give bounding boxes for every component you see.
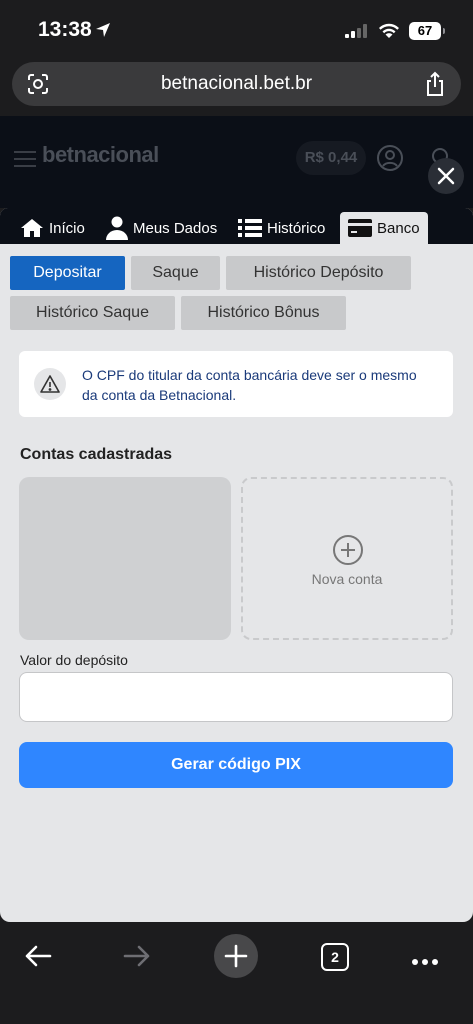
generate-pix-button[interactable]: Gerar código PIX <box>19 742 453 788</box>
user-profile-icon <box>376 144 404 177</box>
tab-meus-dados[interactable]: Meus Dados <box>106 212 217 244</box>
balance-badge: R$ 0,44 <box>296 141 366 175</box>
share-icon[interactable] <box>425 71 445 102</box>
tab-banco[interactable]: Banco <box>340 212 428 244</box>
wifi-icon <box>378 22 400 44</box>
registered-account-card[interactable] <box>19 477 231 640</box>
subtab-historico-deposito[interactable]: Histórico Depósito <box>226 256 411 290</box>
new-account-label: Nova conta <box>311 571 383 587</box>
site-header: betnacional R$ 0,44 <box>0 116 473 208</box>
deposit-amount-label: Valor do depósito <box>20 652 128 668</box>
status-bar: 13:38 67 <box>0 0 473 60</box>
tab-inicio[interactable]: Início <box>20 212 85 244</box>
address-bar[interactable]: betnacional.bet.br <box>12 62 461 106</box>
deposit-amount-input[interactable] <box>19 672 453 722</box>
more-icon[interactable] <box>411 953 439 971</box>
warning-icon <box>34 368 66 400</box>
tab-label: Banco <box>377 219 420 237</box>
back-arrow-icon[interactable] <box>24 944 52 973</box>
subtab-historico-saque[interactable]: Histórico Saque <box>10 296 175 330</box>
tab-count-button[interactable]: 2 <box>321 943 349 971</box>
accounts-title: Contas cadastradas <box>20 446 173 463</box>
add-circle-icon <box>333 535 363 565</box>
person-icon <box>106 216 128 240</box>
card-icon <box>348 219 372 237</box>
top-tabs: Início Meus Dados Histórico Banco <box>0 208 473 244</box>
site-logo: betnacional <box>42 142 159 167</box>
browser-toolbar: 2 <box>0 930 473 1024</box>
url-text: betnacional.bet.br <box>160 73 313 94</box>
list-icon <box>238 218 262 238</box>
battery-indicator: 67 <box>409 22 445 40</box>
cellular-signal-icon <box>345 24 369 43</box>
close-modal-button[interactable] <box>428 158 464 194</box>
subtab-saque[interactable]: Saque <box>131 256 220 290</box>
tab-label: Meus Dados <box>133 219 218 237</box>
close-icon <box>437 167 455 185</box>
subtab-historico-bonus[interactable]: Histórico Bônus <box>181 296 346 330</box>
forward-arrow-icon[interactable] <box>123 944 151 973</box>
home-icon <box>20 218 44 238</box>
bank-modal: Início Meus Dados Histórico Banco Deposi… <box>0 208 473 922</box>
notice-line-1: O CPF do titular da conta bancária deve … <box>82 367 417 383</box>
plus-icon <box>224 944 248 968</box>
tab-label: Início <box>49 219 85 237</box>
subtab-depositar[interactable]: Depositar <box>10 256 125 290</box>
hamburger-menu-icon <box>14 151 36 172</box>
tab-historico[interactable]: Histórico <box>238 212 325 244</box>
status-time: 13:38 <box>38 18 92 41</box>
new-tab-button[interactable] <box>214 934 258 978</box>
notice-line-2: da conta da Betnacional. <box>82 387 237 403</box>
location-arrow-icon <box>95 22 111 43</box>
cpf-notice: O CPF do titular da conta bancária deve … <box>19 351 453 417</box>
tab-label: Histórico <box>267 219 326 237</box>
new-account-button[interactable]: Nova conta <box>241 477 453 640</box>
